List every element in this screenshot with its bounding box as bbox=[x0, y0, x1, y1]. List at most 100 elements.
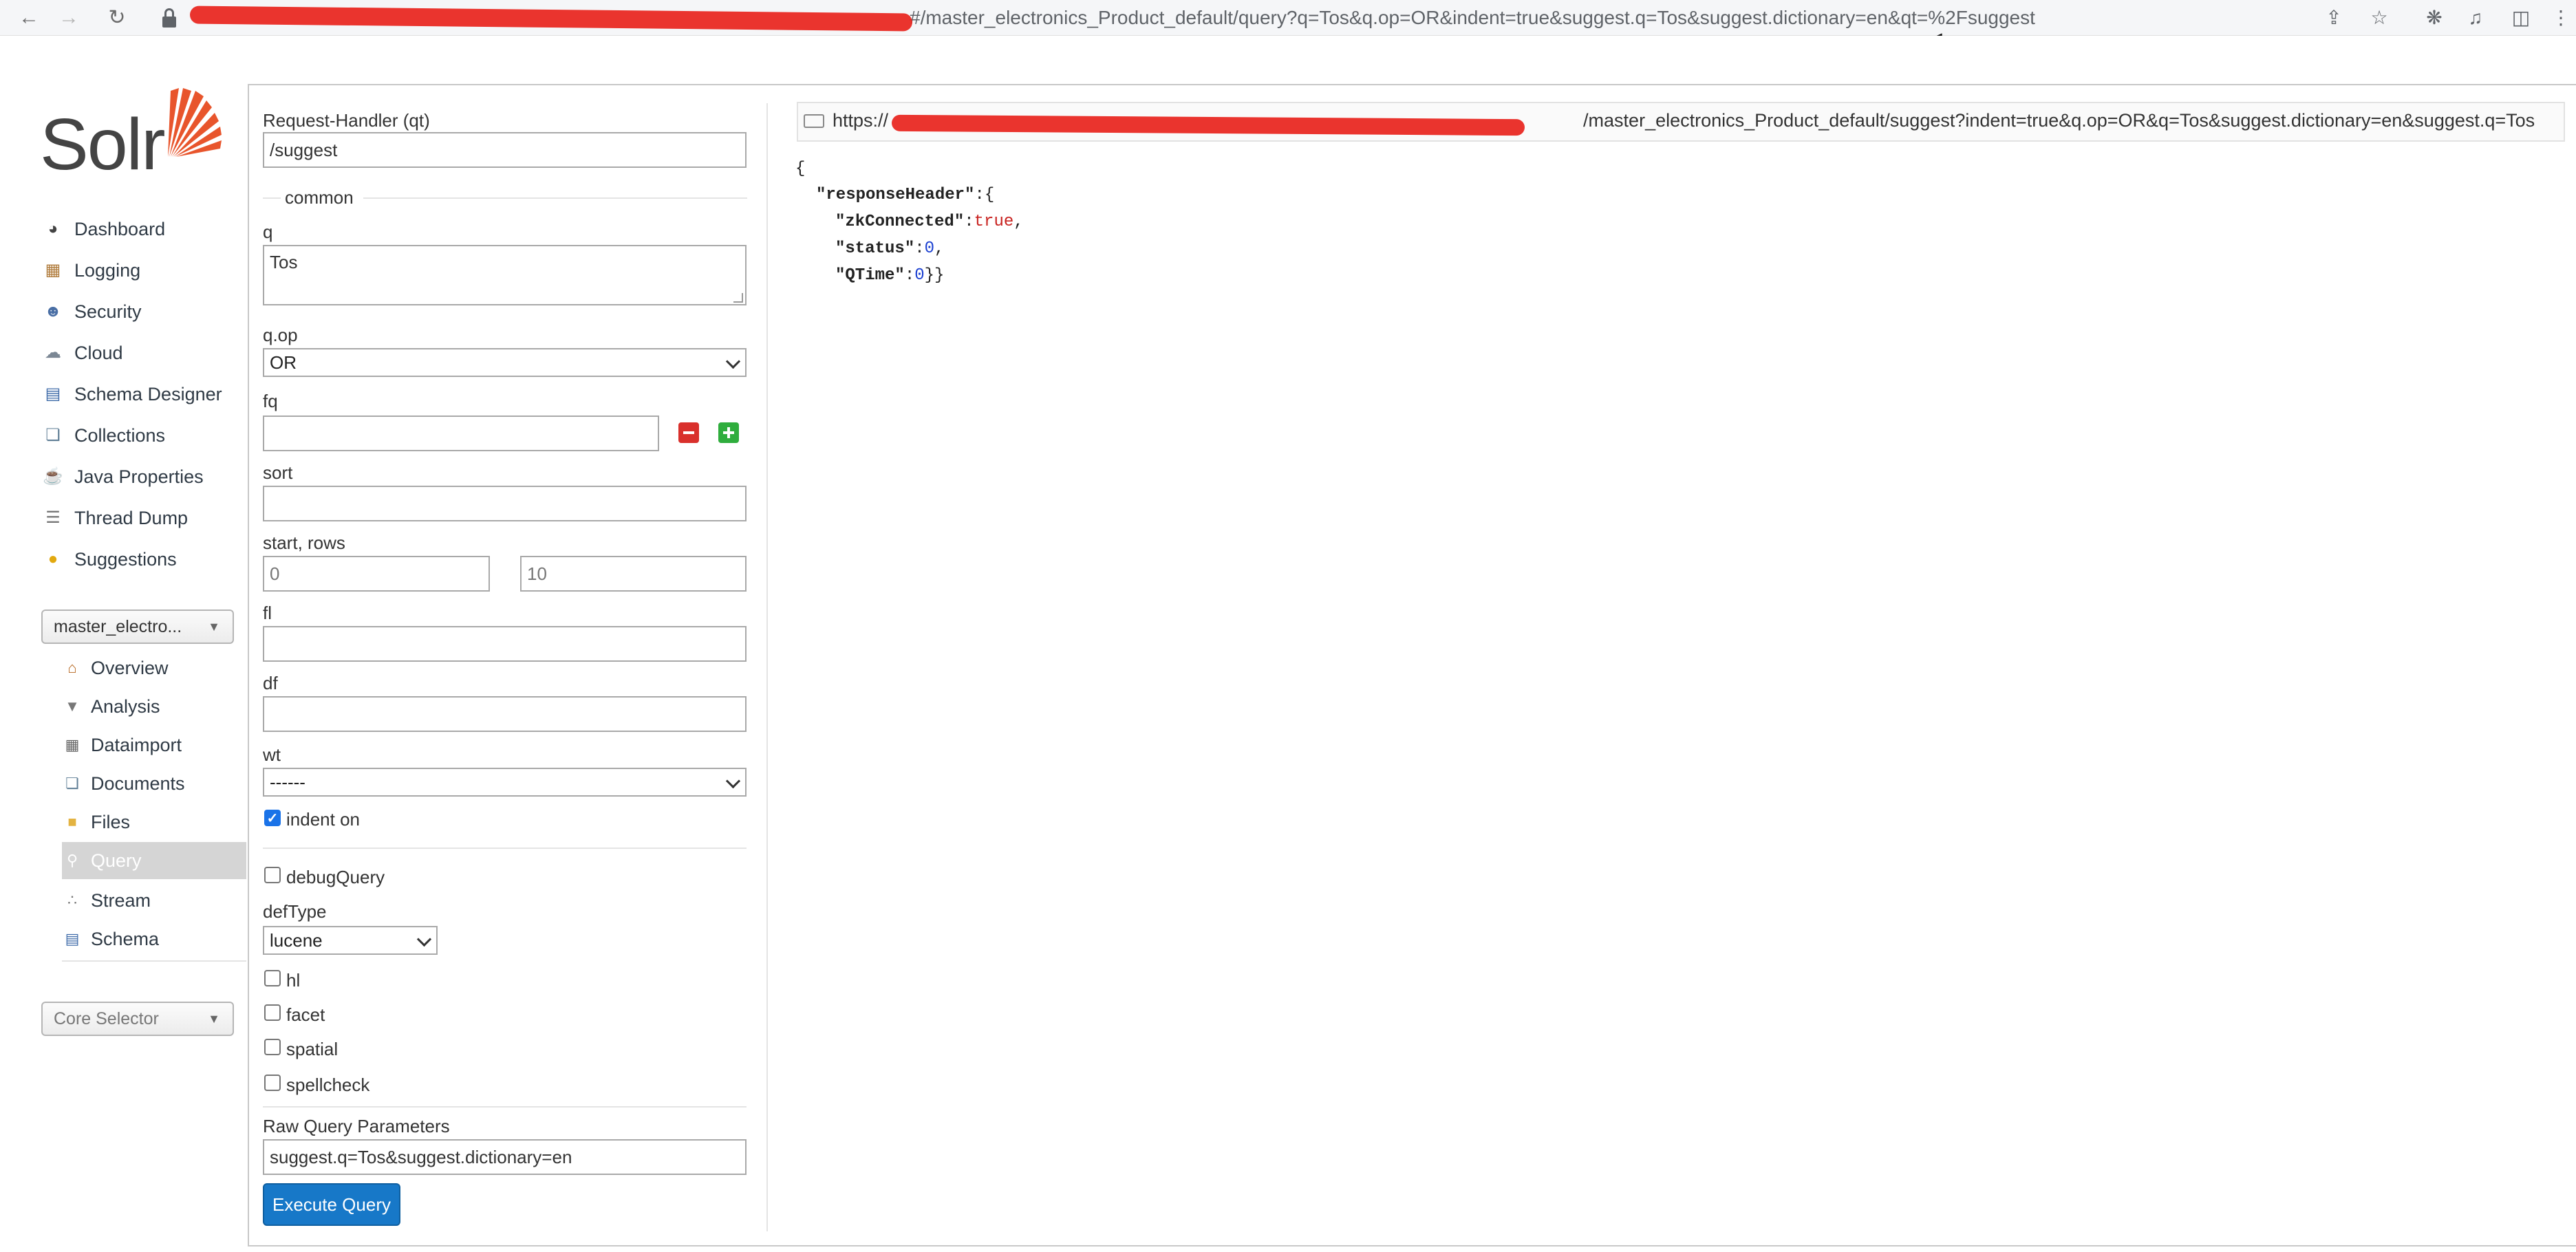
back-icon[interactable]: ← bbox=[15, 4, 43, 32]
resize-handle-icon[interactable] bbox=[733, 293, 743, 303]
nav-logging[interactable]: ▦ Logging bbox=[41, 251, 248, 290]
sort-label: sort bbox=[263, 462, 293, 483]
core-nav-overview[interactable]: ⌂ Overview bbox=[62, 649, 246, 687]
json-line-status: "status":0, bbox=[835, 239, 945, 258]
wt-select[interactable]: ------ bbox=[263, 768, 747, 797]
df-label: df bbox=[263, 673, 278, 693]
nav-collections[interactable]: ❏ Collections bbox=[41, 416, 248, 455]
q-textarea[interactable]: Tos bbox=[263, 245, 747, 305]
core-nav-query[interactable]: ⚲ Query bbox=[62, 842, 246, 879]
core-nav-label: Analysis bbox=[91, 695, 160, 717]
share-icon[interactable]: ⇪ bbox=[2321, 6, 2346, 30]
logging-icon: ▦ bbox=[45, 261, 61, 279]
schema-book-icon: ▤ bbox=[65, 930, 80, 947]
deftype-select[interactable]: lucene bbox=[263, 926, 438, 955]
nav-cloud[interactable]: ☁ Cloud bbox=[41, 334, 248, 372]
debug-query-checkbox[interactable] bbox=[264, 867, 281, 883]
reload-icon[interactable]: ↻ bbox=[103, 4, 131, 32]
hl-label: hl bbox=[286, 970, 301, 991]
request-handler-input[interactable]: /suggest bbox=[263, 132, 747, 168]
core-selector[interactable]: Core Selector ▼ bbox=[41, 1002, 234, 1036]
add-fq-button[interactable] bbox=[718, 422, 739, 443]
json-line-zk: "zkConnected":true, bbox=[835, 213, 1024, 231]
execute-query-button[interactable]: Execute Query bbox=[263, 1183, 400, 1226]
indent-checkbox[interactable]: ✓ bbox=[264, 810, 281, 826]
core-nav-divider bbox=[62, 960, 246, 962]
spellcheck-checkbox[interactable] bbox=[264, 1075, 281, 1091]
qop-select[interactable]: OR bbox=[263, 348, 747, 377]
json-key: "QTime" bbox=[835, 266, 905, 285]
core-nav-dataimport[interactable]: ▦ Dataimport bbox=[62, 726, 246, 764]
debug-query-label: debugQuery bbox=[286, 867, 385, 887]
nav-item-label: Schema Designer bbox=[74, 383, 222, 404]
side-panel-icon[interactable]: ◫ bbox=[2509, 6, 2533, 30]
json-punct: :{ bbox=[974, 186, 995, 204]
rows-input[interactable]: 10 bbox=[520, 556, 747, 592]
magnifier-icon: ⚲ bbox=[66, 852, 78, 869]
nav-item-label: Java Properties bbox=[74, 466, 204, 487]
nav-item-label: Logging bbox=[74, 259, 141, 281]
json-line-response-header: "responseHeader":{ bbox=[816, 186, 994, 204]
stream-icon: ∴ bbox=[67, 892, 77, 909]
nav-item-label: Suggestions bbox=[74, 548, 177, 570]
json-open-brace: { bbox=[795, 160, 806, 178]
fq-input[interactable] bbox=[263, 415, 659, 451]
form-result-divider bbox=[766, 103, 768, 1231]
core-nav-analysis[interactable]: ▼ Analysis bbox=[62, 688, 246, 725]
spatial-checkbox[interactable] bbox=[264, 1039, 281, 1055]
request-handler-label: Request-Handler (qt) bbox=[263, 110, 430, 131]
dropdown-triangle-icon: ▼ bbox=[208, 620, 220, 634]
java-cup-icon: ☕ bbox=[43, 467, 63, 486]
menu-icon[interactable]: ⋮ bbox=[2548, 6, 2573, 30]
core-nav-stream[interactable]: ∴ Stream bbox=[62, 882, 246, 919]
wt-select-value: ------ bbox=[270, 772, 305, 792]
media-control-icon[interactable]: ♫ bbox=[2463, 6, 2488, 30]
bookmark-star-icon[interactable]: ☆ bbox=[2367, 6, 2392, 30]
nav-dashboard[interactable]: ◕ Dashboard bbox=[41, 210, 248, 248]
fl-input[interactable] bbox=[263, 626, 747, 662]
funnel-icon: ▼ bbox=[65, 698, 80, 715]
thread-dump-icon: ☰ bbox=[45, 508, 61, 527]
nav-java-properties[interactable]: ☕ Java Properties bbox=[41, 457, 248, 496]
solr-logo[interactable]: Solr bbox=[40, 103, 166, 186]
json-value: true bbox=[974, 213, 1014, 231]
df-input[interactable] bbox=[263, 696, 747, 732]
fieldset-line bbox=[363, 197, 747, 199]
core-nav-label: Dataimport bbox=[91, 734, 182, 755]
collection-selector[interactable]: master_electro... ▼ bbox=[41, 609, 234, 644]
forward-icon[interactable]: → bbox=[55, 4, 83, 32]
json-key: "zkConnected" bbox=[835, 213, 965, 231]
result-url-prefix: https:// bbox=[833, 110, 889, 131]
lock-icon[interactable] bbox=[162, 8, 176, 28]
nav-security[interactable]: ☻ Security bbox=[41, 292, 248, 331]
section-divider bbox=[263, 848, 747, 849]
home-icon: ⌂ bbox=[67, 659, 77, 676]
nav-schema-designer[interactable]: ▤ Schema Designer bbox=[41, 375, 248, 413]
chevron-down-icon bbox=[725, 773, 741, 789]
facet-checkbox[interactable] bbox=[264, 1004, 281, 1021]
extensions-icon[interactable]: ❋ bbox=[2422, 6, 2447, 30]
address-bar-url: #/master_electronics_Product_default/que… bbox=[910, 7, 2035, 28]
fl-label: fl bbox=[263, 603, 272, 623]
hl-checkbox[interactable] bbox=[264, 970, 281, 986]
qop-select-value: OR bbox=[270, 352, 297, 373]
collections-icon: ❏ bbox=[45, 426, 61, 444]
cloud-icon: ☁ bbox=[45, 343, 61, 362]
json-value: 0 bbox=[924, 239, 935, 258]
core-nav-documents[interactable]: ❏ Documents bbox=[62, 765, 246, 802]
start-input[interactable]: 0 bbox=[263, 556, 490, 592]
chevron-down-icon bbox=[725, 354, 741, 369]
core-nav-schema[interactable]: ▤ Schema bbox=[62, 920, 246, 958]
sort-input[interactable] bbox=[263, 486, 747, 521]
browser-toolbar: ← → ↻ #/master_electronics_Product_defau… bbox=[0, 0, 2576, 36]
nav-thread-dump[interactable]: ☰ Thread Dump bbox=[41, 499, 248, 537]
core-nav-files[interactable]: ■ Files bbox=[62, 803, 246, 841]
nav-item-label: Collections bbox=[74, 424, 166, 446]
nav-suggestions[interactable]: ● Suggestions bbox=[41, 540, 248, 579]
json-value: 0 bbox=[914, 266, 925, 285]
q-label: q bbox=[263, 222, 273, 242]
schema-book-icon: ▤ bbox=[45, 385, 61, 403]
facet-label: facet bbox=[286, 1004, 325, 1025]
raw-query-params-input[interactable]: suggest.q=Tos&suggest.dictionary=en bbox=[263, 1139, 747, 1175]
remove-fq-button[interactable] bbox=[678, 422, 699, 443]
